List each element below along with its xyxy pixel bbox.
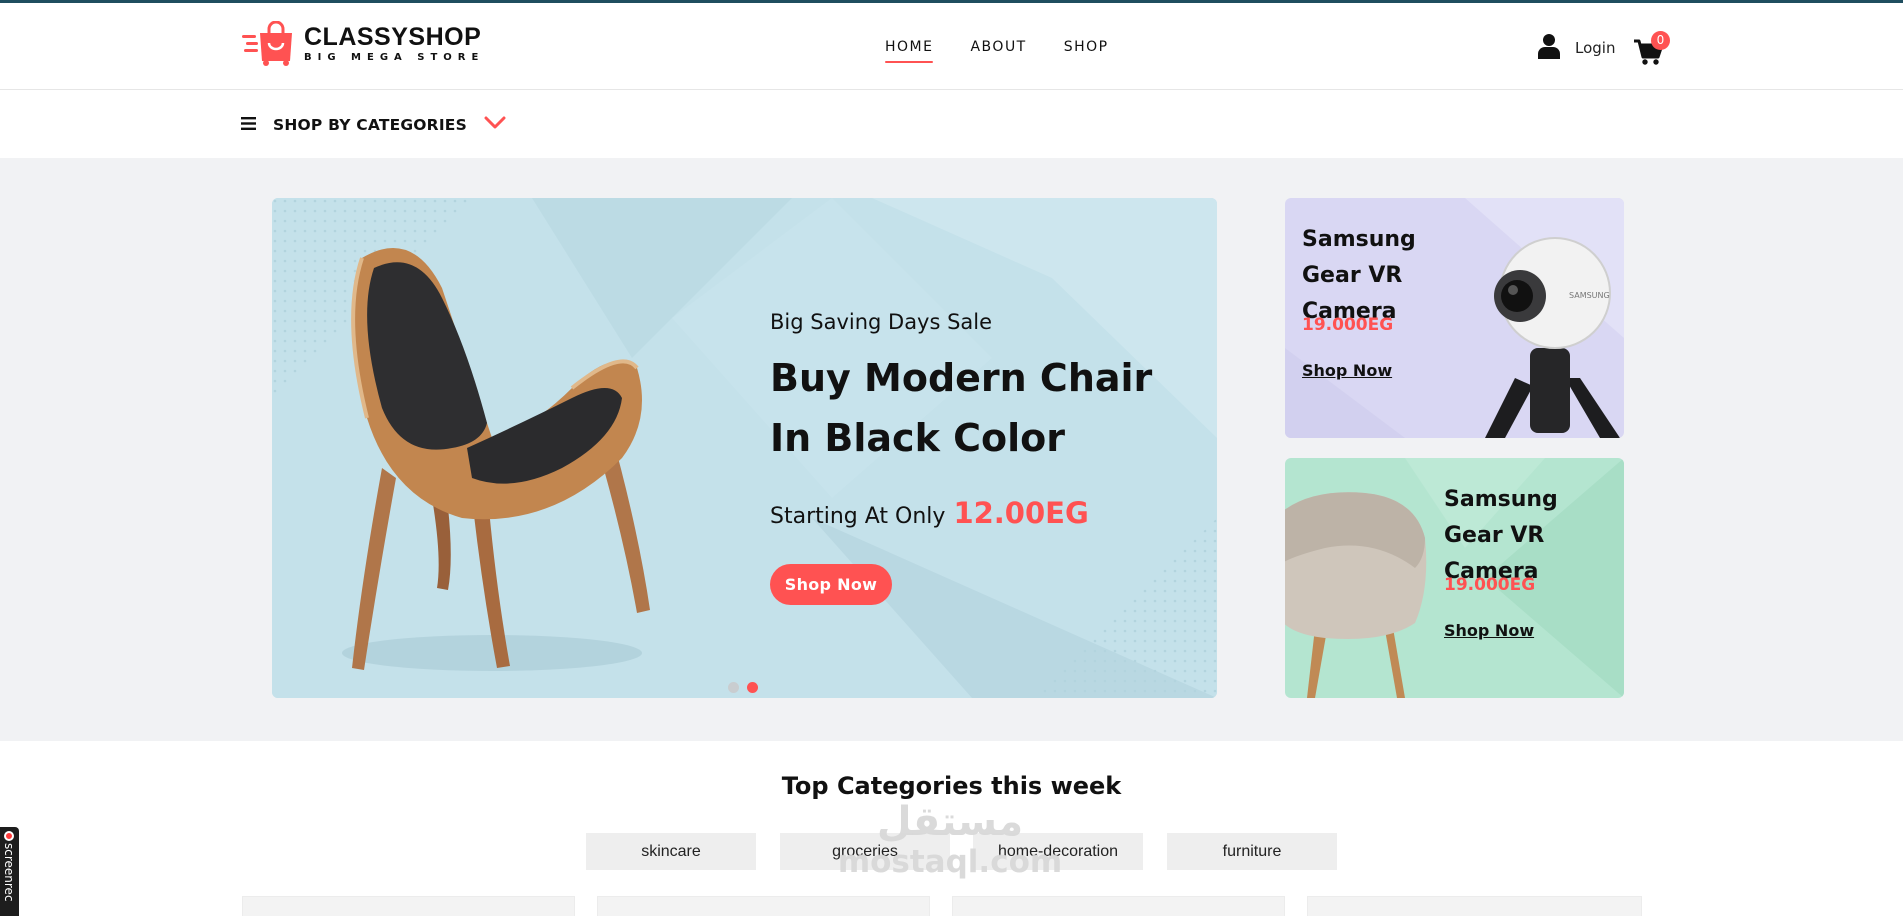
hero-shop-now-button[interactable]: Shop Now [770,564,892,605]
promo-1-shop-now-link[interactable]: Shop Now [1302,361,1392,380]
main-nav: HOME ABOUT SHOP [885,39,1109,63]
hero-title: Buy Modern Chair In Black Color [770,356,1153,460]
top-categories-heading: Top Categories this week [781,772,1122,800]
slider-dot-1[interactable] [728,682,739,693]
screen-recorder-label: screenrec [2,843,16,902]
hero-price: 12.00EG [953,496,1089,530]
logo-subtitle: BIG MEGA STORE [304,52,485,63]
logo-link[interactable]: CLASSYSHOP BIG MEGA STORE [242,20,484,67]
nav-about[interactable]: ABOUT [970,39,1026,63]
category-chip-skincare[interactable]: skincare [586,833,756,870]
shop-by-categories-button[interactable]: SHOP BY CATEGORIES [241,115,506,134]
promo-1-title: Samsung Gear VR Camera [1302,227,1416,324]
svg-text:SAMSUNG: SAMSUNG [1569,291,1610,300]
hero-text: Big Saving Days Sale Buy Modern Chair In… [770,310,1190,530]
user-icon [1537,33,1561,63]
logo-text: CLASSYSHOP BIG MEGA STORE [304,24,484,64]
promo-2-title: Samsung Gear VR Camera [1444,487,1558,584]
menu-icon [241,115,256,134]
hero-price-line: Starting At Only 12.00EG [770,496,1190,530]
product-card[interactable] [597,896,930,916]
record-icon [4,831,14,841]
shopping-bag-logo-icon [242,20,298,67]
screen-recorder-tab[interactable]: screenrec [0,827,19,916]
product-card[interactable] [1307,896,1642,916]
hero-slider[interactable]: Big Saving Days Sale Buy Modern Chair In… [272,198,1217,698]
shop-by-categories-label: SHOP BY CATEGORIES [273,115,467,134]
promo-2-shop-now-link[interactable]: Shop Now [1444,621,1534,640]
nav-shop[interactable]: SHOP [1064,39,1109,63]
category-chip-home-decoration[interactable]: home-decoration [973,833,1143,870]
cart-count-badge: 0 [1651,31,1670,50]
nav-home[interactable]: HOME [885,39,934,63]
hero-price-prefix: Starting At Only [770,504,946,529]
vr-camera-image: SAMSUNG [1485,237,1620,438]
armchair-image [1285,492,1427,698]
product-card[interactable] [242,896,575,916]
product-card[interactable] [952,896,1285,916]
promo-2-price: 19.000EG [1444,575,1536,595]
site-header: CLASSYSHOP BIG MEGA STORE HOME ABOUT SHO… [0,3,1903,90]
login-button[interactable]: Login [1537,33,1615,63]
login-label: Login [1575,39,1616,57]
chevron-down-icon [484,115,506,134]
slider-dot-2[interactable] [747,682,758,693]
cart-button[interactable]: 0 [1634,31,1670,67]
promo-card-chair[interactable]: Samsung Gear VR Camera 19.000EG Shop Now [1285,458,1624,698]
slider-pagination [728,682,758,693]
category-chip-furniture[interactable]: furniture [1167,833,1337,870]
hero-subtitle: Big Saving Days Sale [770,310,993,334]
promo-card-vr-camera[interactable]: SAMSUNG Samsung Gear VR Camera 19.000EG … [1285,198,1624,438]
modern-chair-image [342,248,650,671]
category-chip-groceries[interactable]: groceries [780,833,950,870]
hero-section: Big Saving Days Sale Buy Modern Chair In… [0,158,1903,741]
logo-title: CLASSYSHOP [304,23,482,51]
category-bar: SHOP BY CATEGORIES [0,91,1903,158]
promo-1-price: 19.000EG [1302,315,1394,335]
